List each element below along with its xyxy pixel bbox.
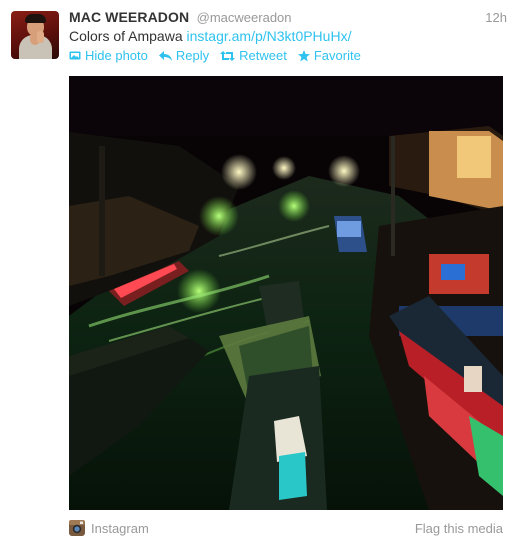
avatar-hand-shape <box>37 31 44 43</box>
reply-label: Reply <box>175 48 210 63</box>
reply-icon <box>158 50 172 61</box>
favorite-button[interactable]: Favorite <box>297 48 361 63</box>
author-name[interactable]: MAC WEERADON <box>69 9 189 25</box>
tweet-timestamp[interactable]: 12h <box>485 10 507 25</box>
tweet-text-body: Colors of Ampawa <box>69 28 183 44</box>
hide-photo-label: Hide photo <box>85 48 148 63</box>
tweet-media-footer: Instagram Flag this media <box>69 520 503 538</box>
favorite-label: Favorite <box>313 48 361 63</box>
hide-photo-button[interactable]: Hide photo <box>69 48 148 63</box>
tweet-text: Colors of Ampawa instagr.am/p/N3kt0PHuHx… <box>69 28 351 44</box>
photo-icon <box>69 51 81 60</box>
avatar[interactable] <box>11 11 59 59</box>
tweet-header: MAC WEERADON @macweeradon 12h <box>69 9 507 27</box>
instagram-icon <box>69 520 85 536</box>
avatar-hair-shape <box>25 14 46 23</box>
retweet-button[interactable]: Retweet <box>220 48 287 63</box>
retweet-icon <box>220 50 236 61</box>
tweet: MAC WEERADON @macweeradon 12h Colors of … <box>0 0 517 548</box>
tweet-photo[interactable] <box>69 76 503 510</box>
tweet-actions: Hide photo Reply Retweet Favorite <box>69 48 372 63</box>
flag-media-link[interactable]: Flag this media <box>415 521 503 536</box>
author-handle[interactable]: @macweeradon <box>197 10 292 25</box>
tweet-link[interactable]: instagr.am/p/N3kt0PHuHx/ <box>187 28 352 44</box>
media-source-label[interactable]: Instagram <box>91 521 149 536</box>
retweet-label: Retweet <box>239 48 287 63</box>
star-icon <box>297 49 310 61</box>
photo-night-market-canal <box>69 76 503 510</box>
reply-button[interactable]: Reply <box>158 48 210 63</box>
